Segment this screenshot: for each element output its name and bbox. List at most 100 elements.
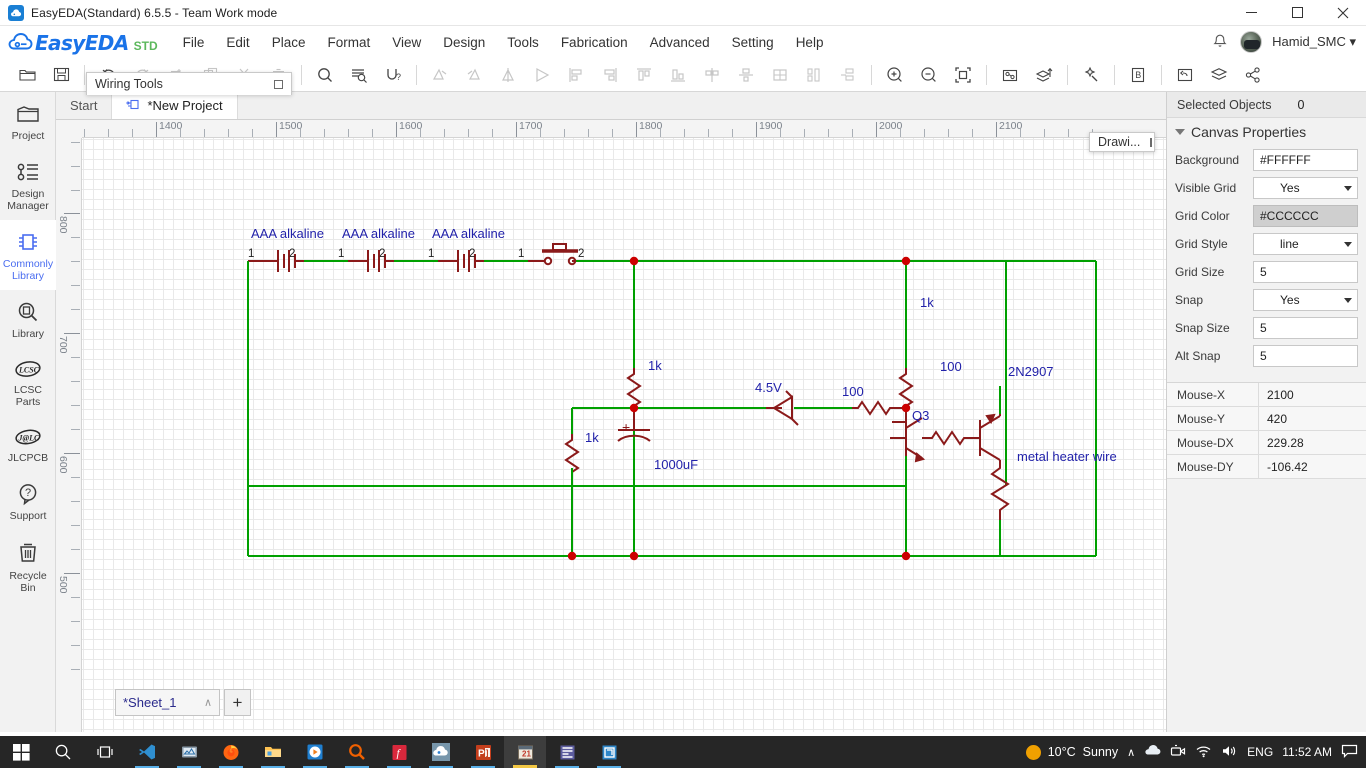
f-app-button[interactable]: f (378, 736, 420, 768)
sidebar-item-jlcpcb[interactable]: J@LC JLCPCB (0, 416, 56, 472)
powerpoint-button[interactable]: P] (462, 736, 504, 768)
grid-icon[interactable] (763, 60, 797, 90)
property-input-alt-snap[interactable]: 5 (1253, 345, 1358, 367)
distribute-v-icon[interactable] (831, 60, 865, 90)
canvas-properties-section-header[interactable]: Canvas Properties (1167, 118, 1366, 146)
note-app-button[interactable] (588, 736, 630, 768)
sidebar-item-lcsc-parts[interactable]: LCSC LCSC Parts (0, 348, 56, 416)
menu-setting[interactable]: Setting (721, 30, 785, 55)
drawing-tools-panel-restore-icon[interactable] (1150, 137, 1153, 147)
zoom-search-icon[interactable] (308, 60, 342, 90)
property-select-snap[interactable]: Yes (1253, 289, 1358, 311)
play-icon[interactable] (525, 60, 559, 90)
align-top-icon[interactable] (627, 60, 661, 90)
menu-edit[interactable]: Edit (215, 30, 260, 55)
horizontal-ruler[interactable]: 1400 1500 1600 1700 1800 1900 2000 2100 (56, 120, 1166, 138)
property-select-grid-style[interactable]: line (1253, 233, 1358, 255)
database-button[interactable] (546, 736, 588, 768)
property-input-snap-size[interactable]: 5 (1253, 317, 1358, 339)
layers-up-icon[interactable] (1027, 60, 1061, 90)
avatar[interactable] (1240, 31, 1263, 53)
sidebar-item-project[interactable]: Project (0, 92, 56, 150)
align-left-icon[interactable] (423, 60, 457, 90)
menu-file[interactable]: File (172, 30, 216, 55)
account-name[interactable]: Hamid_SMC ▾ (1272, 34, 1356, 50)
share-icon[interactable] (1236, 60, 1270, 90)
start-button[interactable] (0, 736, 42, 768)
zoom-out-icon[interactable] (912, 60, 946, 90)
menu-advanced[interactable]: Advanced (639, 30, 721, 55)
weather-widget[interactable]: 10°C Sunny (1025, 744, 1118, 760)
image-icon[interactable] (993, 60, 1027, 90)
menu-format[interactable]: Format (316, 30, 381, 55)
tab-start[interactable]: Start (56, 92, 113, 119)
schematic-canvas[interactable]: AAA alkaline AAA alkaline AAA alkaline 1… (82, 138, 1166, 732)
align-h-left-icon[interactable] (559, 60, 593, 90)
save-icon[interactable] (44, 60, 78, 90)
minimize-button[interactable] (1228, 0, 1274, 26)
sidebar-item-commonly-library[interactable]: Commonly Library (0, 220, 56, 290)
menu-design[interactable]: Design (432, 30, 496, 55)
menu-tools[interactable]: Tools (496, 30, 550, 55)
menu-place[interactable]: Place (261, 30, 317, 55)
wifi-icon[interactable] (1195, 744, 1212, 761)
zoom-in-icon[interactable] (878, 60, 912, 90)
fit-icon[interactable] (946, 60, 980, 90)
vscode-button[interactable] (126, 736, 168, 768)
tab-new-project[interactable]: *New Project (112, 92, 238, 119)
media-player-button[interactable] (294, 736, 336, 768)
wiring-tools-panel[interactable]: Wiring Tools (86, 72, 292, 95)
folder-back-icon[interactable] (1168, 60, 1202, 90)
menu-bar: EasyEDA STD File Edit Place Format View Desig… (0, 26, 1366, 58)
sidebar-item-support[interactable]: ? Support (0, 472, 56, 530)
firefox-button[interactable] (210, 736, 252, 768)
close-button[interactable] (1320, 0, 1366, 26)
camera-icon[interactable] (1170, 744, 1186, 761)
speaker-icon[interactable] (1221, 744, 1238, 761)
cloud-icon[interactable] (1144, 744, 1161, 760)
flip-icon[interactable] (491, 60, 525, 90)
property-input-grid-color[interactable]: #CCCCCC (1253, 205, 1358, 227)
calendar-button[interactable]: 21 (504, 736, 546, 768)
notification-icon[interactable] (1341, 744, 1358, 761)
magic-wand-icon[interactable] (1074, 60, 1108, 90)
align-center-icon[interactable] (729, 60, 763, 90)
drawing-tools-panel[interactable]: Drawi... (1089, 132, 1155, 152)
wiring-tools-panel-restore-icon[interactable] (274, 79, 283, 89)
sidebar-item-recycle-bin[interactable]: Recycle Bin (0, 530, 56, 602)
measure-icon[interactable]: ? (376, 60, 410, 90)
align-right-icon[interactable] (457, 60, 491, 90)
maximize-button[interactable] (1274, 0, 1320, 26)
bom-icon[interactable]: B (1121, 60, 1155, 90)
open-icon[interactable] (10, 60, 44, 90)
property-input-grid-size[interactable]: 5 (1253, 261, 1358, 283)
menu-help[interactable]: Help (785, 30, 835, 55)
menu-fabrication[interactable]: Fabrication (550, 30, 639, 55)
language-indicator[interactable]: ENG (1247, 745, 1273, 759)
task-view-button[interactable] (84, 736, 126, 768)
clock[interactable]: 11:52 AM (1282, 745, 1332, 759)
sidebar-item-library[interactable]: Library (0, 290, 56, 348)
bell-icon[interactable] (1210, 32, 1230, 52)
tray-expand-icon[interactable]: ∧ (1127, 746, 1135, 759)
easyeda-button[interactable] (420, 736, 462, 768)
align-h-right-icon[interactable] (593, 60, 627, 90)
vertical-ruler[interactable]: 800 700 600 500 (56, 138, 82, 732)
search-button[interactable] (42, 736, 84, 768)
sheet-tab-1[interactable]: *Sheet_1 ∧ (115, 689, 220, 716)
chevron-up-icon[interactable]: ∧ (204, 696, 212, 709)
add-sheet-button[interactable]: + (224, 689, 251, 716)
align-bottom-icon[interactable] (661, 60, 695, 90)
file-explorer-button[interactable] (252, 736, 294, 768)
layers-icon[interactable] (1202, 60, 1236, 90)
sidebar-item-design-manager[interactable]: Design Manager (0, 150, 56, 220)
find-list-icon[interactable] (342, 60, 376, 90)
search-app-button[interactable] (336, 736, 378, 768)
property-input-background[interactable]: #FFFFFF (1253, 149, 1358, 171)
distribute-h-icon[interactable] (797, 60, 831, 90)
svg-text:?: ? (396, 72, 401, 82)
align-v-center-icon[interactable] (695, 60, 729, 90)
monitor-app-button[interactable] (168, 736, 210, 768)
property-select-visible-grid[interactable]: Yes (1253, 177, 1358, 199)
menu-view[interactable]: View (381, 30, 432, 55)
